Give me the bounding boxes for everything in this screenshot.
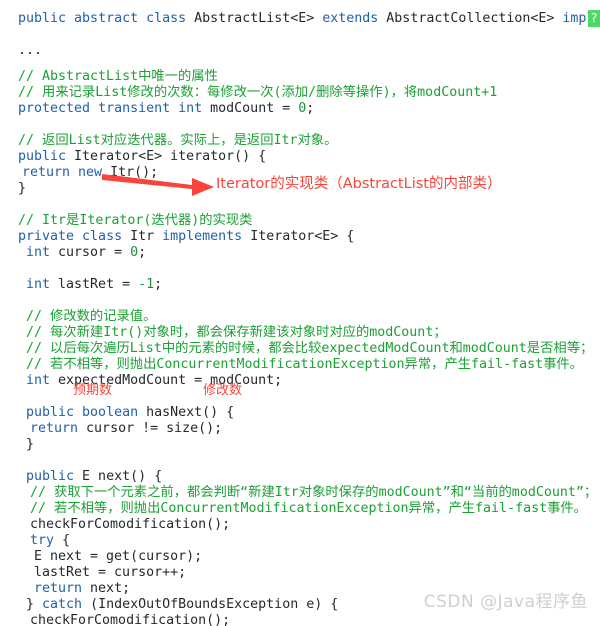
code-token: public bbox=[18, 149, 75, 164]
code-token: // 修改数的记录值。 bbox=[26, 309, 157, 324]
code-line: return next; bbox=[0, 581, 130, 596]
code-token: // 用来记录List修改的次数：每修改一次(添加/删除等操作)，将modCou… bbox=[18, 85, 498, 100]
csdn-watermark: CSDN @Java程序鱼 bbox=[423, 592, 588, 612]
code-line: } bbox=[0, 437, 34, 452]
code-line: public E next() { bbox=[0, 469, 162, 484]
code-token: lastRet = bbox=[58, 277, 139, 292]
code-line: try { bbox=[0, 533, 70, 548]
code-line: // 用来记录List修改的次数：每修改一次(添加/删除等操作)，将modCou… bbox=[0, 85, 497, 100]
code-token: // 以后每次遍历List中的元素的时候，都会比较expectedModCoun… bbox=[26, 341, 594, 356]
code-line: // 以后每次遍历List中的元素的时候，都会比较expectedModCoun… bbox=[0, 341, 593, 356]
code-token: Iterator<E> iterator() { bbox=[74, 149, 267, 164]
code-token: } bbox=[26, 597, 43, 612]
code-line: // 修改数的记录值。 bbox=[0, 309, 156, 324]
code-token: transient bbox=[98, 101, 179, 116]
code-line: checkForComodification(); bbox=[0, 613, 230, 626]
code-line: // 每次新建Itr()对象时，都会保存新建该对象时对应的modCount； bbox=[0, 325, 447, 340]
code-token: E next() { bbox=[82, 469, 163, 484]
code-token: public bbox=[26, 405, 83, 420]
code-token: return bbox=[34, 581, 91, 596]
code-token: // 若不相等，则抛出ConcurrentModificationExcepti… bbox=[26, 357, 583, 372]
code-line: private class Itr implements Iterator<E>… bbox=[0, 229, 354, 244]
code-token: checkForComodification(); bbox=[30, 517, 231, 532]
code-token: 0 bbox=[130, 245, 139, 260]
code-line: // 获取下一个元素之前，都会判断“新建Itr对象时保存的modCount”和“… bbox=[0, 485, 597, 500]
code-token: int bbox=[26, 245, 59, 260]
code-token: ; bbox=[138, 245, 147, 260]
code-token: { bbox=[62, 533, 71, 548]
code-token: AbstractCollection<E> bbox=[386, 11, 563, 26]
code-line: ... bbox=[0, 43, 42, 58]
code-token: extends bbox=[322, 11, 387, 26]
code-token: // Itr是Iterator(迭代器)的实现类 bbox=[18, 213, 253, 228]
code-line: } catch (IndexOutOfBoundsException e) { bbox=[0, 597, 338, 612]
code-line: checkForComodification(); bbox=[0, 517, 230, 532]
code-line: } bbox=[0, 181, 26, 196]
code-line: public abstract class AbstractList<E> ex… bbox=[0, 11, 600, 26]
code-token: // 每次新建Itr()对象时，都会保存新建该对象时对应的modCount； bbox=[26, 325, 447, 340]
code-token: AbstractList<E> bbox=[194, 11, 323, 26]
annotation-mod-count-label: 修改数 bbox=[203, 383, 243, 398]
code-token: cursor != size(); bbox=[86, 421, 223, 436]
code-line: int cursor = 0; bbox=[0, 245, 146, 260]
code-token: public bbox=[18, 11, 75, 26]
code-token: abstract bbox=[74, 11, 147, 26]
code-token: Iterator<E> { bbox=[250, 229, 355, 244]
code-line: lastRet = cursor++; bbox=[0, 565, 186, 580]
code-token: catch bbox=[42, 597, 91, 612]
code-token: ; bbox=[306, 101, 315, 116]
code-token: return bbox=[22, 165, 79, 180]
code-token: // 若不相等，则抛出ConcurrentModificationExcepti… bbox=[30, 501, 587, 516]
code-token: Itr bbox=[130, 229, 163, 244]
code-line: protected transient int modCount = 0; bbox=[0, 101, 314, 116]
code-token: cursor = bbox=[58, 245, 131, 260]
line-truncation-marker-icon: ? bbox=[588, 10, 600, 27]
code-token: hasNext() { bbox=[146, 405, 235, 420]
code-token: (IndexOutOfBoundsException e) { bbox=[90, 597, 339, 612]
code-line: return cursor != size(); bbox=[0, 421, 222, 436]
code-token: } bbox=[18, 181, 27, 196]
code-token: next; bbox=[90, 581, 131, 596]
code-line: int lastRet = -1; bbox=[0, 277, 162, 292]
code-line: E next = get(cursor); bbox=[0, 549, 202, 564]
code-token: int bbox=[26, 373, 59, 388]
code-line: public boolean hasNext() { bbox=[0, 405, 234, 420]
code-token: return bbox=[30, 421, 87, 436]
code-token: try bbox=[30, 533, 63, 548]
code-viewer: public abstract class AbstractList<E> ex… bbox=[0, 0, 600, 626]
code-token: // 返回List对应迭代器。实际上，是返回Itr对象。 bbox=[18, 133, 338, 148]
code-token: // AbstractList中唯一的属性 bbox=[18, 69, 218, 84]
code-token: -1 bbox=[138, 277, 155, 292]
code-token: } bbox=[26, 437, 35, 452]
code-line: // 返回List对应迭代器。实际上，是返回Itr对象。 bbox=[0, 133, 337, 148]
code-token: private bbox=[18, 229, 83, 244]
code-line: // AbstractList中唯一的属性 bbox=[0, 69, 218, 84]
code-token: checkForComodification(); bbox=[30, 613, 231, 626]
code-line: return new Itr(); bbox=[0, 165, 158, 180]
code-token: ... bbox=[18, 43, 43, 58]
code-token: implements bbox=[162, 229, 251, 244]
code-token: int bbox=[178, 101, 211, 116]
code-token: lastRet = cursor++; bbox=[34, 565, 187, 580]
code-line: // 若不相等，则抛出ConcurrentModificationExcepti… bbox=[0, 357, 583, 372]
code-token: boolean bbox=[82, 405, 147, 420]
code-token: modCount = bbox=[210, 101, 299, 116]
code-token: public bbox=[26, 469, 83, 484]
annotation-iterator-impl-note: Iterator的实现类（AbstractList的内部类） bbox=[216, 176, 502, 192]
code-token: new bbox=[78, 165, 111, 180]
code-token: // 获取下一个元素之前，都会判断“新建Itr对象时保存的modCount”和“… bbox=[30, 485, 598, 500]
code-token: E next = get(cursor); bbox=[34, 549, 203, 564]
code-token: class bbox=[82, 229, 131, 244]
code-line: // 若不相等，则抛出ConcurrentModificationExcepti… bbox=[0, 501, 587, 516]
code-token: class bbox=[146, 11, 195, 26]
code-token: protected bbox=[18, 101, 99, 116]
code-token: ; bbox=[154, 277, 163, 292]
code-token: int bbox=[26, 277, 59, 292]
code-line: // Itr是Iterator(迭代器)的实现类 bbox=[0, 213, 252, 228]
annotation-expected-count-label: 预期数 bbox=[73, 383, 113, 398]
code-token: Itr(); bbox=[110, 165, 159, 180]
code-line: public Iterator<E> iterator() { bbox=[0, 149, 266, 164]
